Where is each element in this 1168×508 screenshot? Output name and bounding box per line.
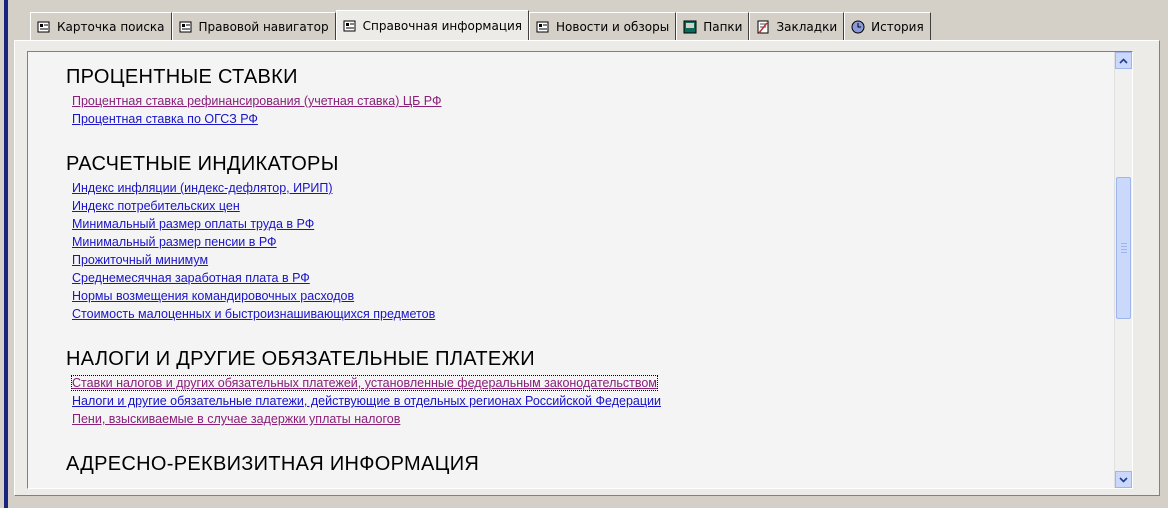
- link-minimum-wage[interactable]: Минимальный размер оплаты труда в РФ: [72, 217, 314, 231]
- link-inflation-index[interactable]: Индекс инфляции (индекс-дефлятор, ИРИП): [72, 181, 333, 195]
- link-average-salary[interactable]: Среднемесячная заработная плата в РФ: [72, 271, 310, 285]
- vertical-scrollbar[interactable]: [1114, 52, 1132, 488]
- link-travel-expenses[interactable]: Нормы возмещения командировочных расходо…: [72, 289, 354, 303]
- bookmark-icon: [756, 20, 770, 34]
- tab-label: История: [871, 19, 924, 34]
- tab-label: Справочная информация: [362, 18, 523, 33]
- link-low-value-items[interactable]: Стоимость малоценных и быстроизнашивающи…: [72, 307, 435, 321]
- chevron-down-icon: [1119, 476, 1128, 483]
- tab-label: Новости и обзоры: [556, 19, 670, 34]
- left-edge-bar: [0, 0, 8, 508]
- tab-bookmarks[interactable]: Закладки: [749, 12, 845, 40]
- section-title-interest-rates: ПРОЦЕНТНЫЕ СТАВКИ: [66, 66, 298, 88]
- tab-label: Папки: [703, 19, 743, 34]
- history-icon: [851, 20, 865, 34]
- tab-legal-navigator[interactable]: Правовой навигатор: [171, 12, 336, 40]
- reference-content: ПРОЦЕНТНЫЕ СТАВКИ Процентная ставка рефи…: [27, 51, 1133, 489]
- link-federal-tax-rates[interactable]: Ставки налогов и других обязательных пла…: [71, 375, 658, 391]
- tab-news[interactable]: Новости и обзоры: [529, 12, 677, 40]
- tab-strip: Карточка поиска Правовой навигатор Справ…: [30, 10, 931, 40]
- tab-label: Правовой навигатор: [198, 19, 329, 34]
- reference-icon: [343, 19, 357, 33]
- chevron-up-icon: [1119, 57, 1128, 64]
- link-consumer-price-index[interactable]: Индекс потребительских цен: [72, 199, 240, 213]
- scroll-down-button[interactable]: [1115, 471, 1132, 488]
- tab-folders[interactable]: Папки: [676, 12, 750, 40]
- scroll-thumb[interactable]: [1116, 177, 1131, 319]
- link-subsistence-minimum[interactable]: Прожиточный минимум: [72, 253, 208, 267]
- section-title-address-info: АДРЕСНО-РЕКВИЗИТНАЯ ИНФОРМАЦИЯ: [66, 453, 480, 475]
- folder-icon: [683, 20, 697, 34]
- link-regional-taxes[interactable]: Налоги и другие обязательные платежи, де…: [72, 394, 661, 408]
- section-title-indicators: РАСЧЕТНЫЕ ИНДИКАТОРЫ: [66, 153, 339, 175]
- navigator-icon: [179, 20, 193, 34]
- news-icon: [536, 20, 550, 34]
- tab-history[interactable]: История: [844, 12, 931, 40]
- tab-label: Карточка поиска: [57, 19, 165, 34]
- tab-reference-info[interactable]: Справочная информация: [335, 10, 530, 40]
- link-tax-penalties[interactable]: Пени, взыскиваемые в случае задержки упл…: [72, 412, 400, 426]
- section-title-taxes: НАЛОГИ И ДРУГИЕ ОБЯЗАТЕЛЬНЫЕ ПЛАТЕЖИ: [66, 348, 535, 370]
- link-minimum-pension[interactable]: Минимальный размер пенсии в РФ: [72, 235, 277, 249]
- link-ogsz-rate[interactable]: Процентная ставка по ОГСЗ РФ: [72, 112, 258, 126]
- scroll-up-button[interactable]: [1115, 52, 1132, 69]
- tab-label: Закладки: [776, 19, 838, 34]
- card-icon: [37, 20, 51, 34]
- link-refinancing-rate[interactable]: Процентная ставка рефинансирования (учет…: [72, 94, 442, 108]
- reference-panel: ПРОЦЕНТНЫЕ СТАВКИ Процентная ставка рефи…: [14, 40, 1160, 496]
- tab-search-card[interactable]: Карточка поиска: [30, 12, 172, 40]
